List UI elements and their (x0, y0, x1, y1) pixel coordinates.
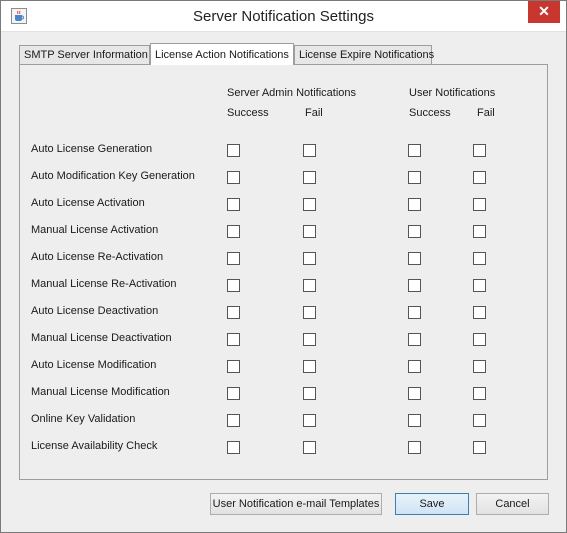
admin-success-checkbox[interactable] (227, 387, 240, 400)
user-success-checkbox[interactable] (408, 306, 421, 319)
admin-fail-checkbox[interactable] (303, 306, 316, 319)
admin-success-checkbox[interactable] (227, 360, 240, 373)
user-success-checkbox[interactable] (408, 171, 421, 184)
user-fail-checkbox[interactable] (473, 225, 486, 238)
admin-fail-checkbox[interactable] (303, 144, 316, 157)
tab-license-expire-notifications[interactable]: License Expire Notifications (294, 45, 434, 64)
user-fail-header: Fail (477, 107, 495, 119)
user-group-title: User Notifications (409, 87, 496, 99)
row-label: Auto License Re-Activation (31, 251, 164, 263)
row-label: Auto License Activation (31, 197, 145, 209)
admin-success-checkbox[interactable] (227, 333, 240, 346)
row-label: Auto License Deactivation (31, 305, 159, 317)
admin-success-checkbox[interactable] (227, 306, 240, 319)
tab-license-action-notifications[interactable]: License Action Notifications (150, 43, 294, 65)
save-button[interactable]: Save (395, 493, 469, 515)
user-fail-checkbox[interactable] (473, 441, 486, 454)
row-label: License Availability Check (31, 440, 158, 452)
user-success-checkbox[interactable] (408, 225, 421, 238)
row-label: Online Key Validation (31, 413, 136, 425)
user-success-checkbox[interactable] (408, 360, 421, 373)
admin-success-checkbox[interactable] (227, 198, 240, 211)
row-label: Manual License Activation (31, 224, 159, 236)
user-fail-checkbox[interactable] (473, 252, 486, 265)
admin-fail-checkbox[interactable] (303, 360, 316, 373)
user-fail-checkbox[interactable] (473, 360, 486, 373)
admin-success-checkbox[interactable] (227, 171, 240, 184)
user-fail-checkbox[interactable] (473, 171, 486, 184)
row-label: Auto Modification Key Generation (31, 170, 195, 182)
admin-success-checkbox[interactable] (227, 225, 240, 238)
row-label: Manual License Re-Activation (31, 278, 177, 290)
user-success-checkbox[interactable] (408, 441, 421, 454)
settings-window: Server Notification Settings ✕ SMTP Serv… (0, 0, 567, 533)
row-label: Manual License Deactivation (31, 332, 172, 344)
email-templates-button[interactable]: User Notification e-mail Templates (210, 493, 382, 515)
admin-success-checkbox[interactable] (227, 441, 240, 454)
admin-fail-checkbox[interactable] (303, 171, 316, 184)
user-success-checkbox[interactable] (408, 414, 421, 427)
admin-success-checkbox[interactable] (227, 144, 240, 157)
title-bar: Server Notification Settings ✕ (1, 1, 566, 32)
row-label: Manual License Modification (31, 386, 170, 398)
admin-fail-checkbox[interactable] (303, 252, 316, 265)
admin-fail-header: Fail (305, 107, 323, 119)
cancel-button[interactable]: Cancel (476, 493, 549, 515)
user-fail-checkbox[interactable] (473, 279, 486, 292)
admin-fail-checkbox[interactable] (303, 225, 316, 238)
close-icon: ✕ (538, 3, 550, 19)
user-success-checkbox[interactable] (408, 387, 421, 400)
admin-fail-checkbox[interactable] (303, 279, 316, 292)
admin-fail-checkbox[interactable] (303, 333, 316, 346)
admin-success-checkbox[interactable] (227, 252, 240, 265)
admin-success-checkbox[interactable] (227, 414, 240, 427)
admin-fail-checkbox[interactable] (303, 198, 316, 211)
admin-group-title: Server Admin Notifications (227, 87, 356, 99)
admin-success-header: Success (227, 107, 269, 119)
tab-smtp-server-information[interactable]: SMTP Server Information (19, 45, 150, 64)
admin-fail-checkbox[interactable] (303, 387, 316, 400)
user-fail-checkbox[interactable] (473, 387, 486, 400)
user-fail-checkbox[interactable] (473, 198, 486, 211)
user-success-checkbox[interactable] (408, 333, 421, 346)
user-fail-checkbox[interactable] (473, 414, 486, 427)
window-title: Server Notification Settings (193, 8, 374, 25)
user-success-checkbox[interactable] (408, 252, 421, 265)
admin-fail-checkbox[interactable] (303, 414, 316, 427)
user-fail-checkbox[interactable] (473, 333, 486, 346)
user-success-header: Success (409, 107, 451, 119)
user-fail-checkbox[interactable] (473, 306, 486, 319)
admin-success-checkbox[interactable] (227, 279, 240, 292)
row-label: Auto License Modification (31, 359, 157, 371)
row-label: Auto License Generation (31, 143, 153, 155)
close-button[interactable]: ✕ (528, 1, 560, 23)
tab-panel: Server Admin Notifications Success Fail … (19, 64, 548, 480)
user-success-checkbox[interactable] (408, 144, 421, 157)
user-success-checkbox[interactable] (408, 279, 421, 292)
user-success-checkbox[interactable] (408, 198, 421, 211)
user-fail-checkbox[interactable] (473, 144, 486, 157)
admin-fail-checkbox[interactable] (303, 441, 316, 454)
